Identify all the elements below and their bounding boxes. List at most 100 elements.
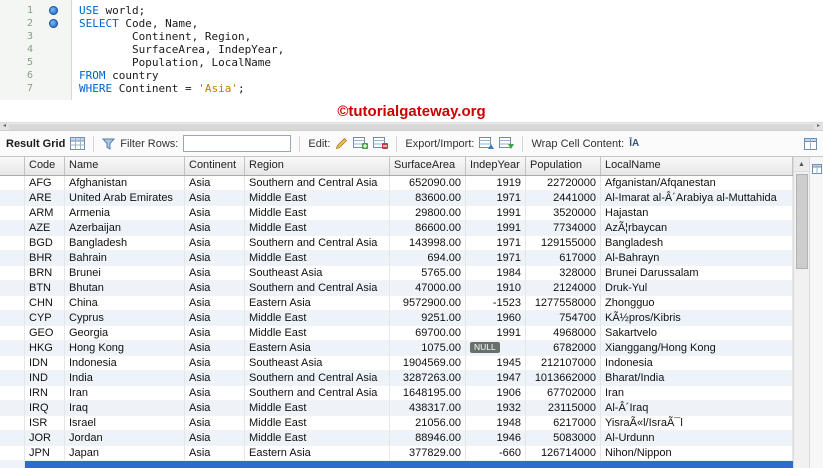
grid-cell[interactable]: Armenia <box>65 206 185 221</box>
grid-cell[interactable]: 1971 <box>466 251 526 266</box>
vertical-scrollbar[interactable]: ▲ <box>793 157 810 468</box>
grid-cell[interactable]: 754700 <box>526 311 601 326</box>
grid-cell[interactable]: Middle East <box>245 431 390 446</box>
table-row-partial-selected[interactable] <box>0 461 793 468</box>
sql-editor[interactable]: 1 USE world; 2 SELECT Code, Name, 3 Continen… <box>0 0 823 100</box>
grid-column-header[interactable]: Population <box>526 157 601 175</box>
grid-cell[interactable]: Asia <box>185 326 245 341</box>
scroll-up-icon[interactable]: ▲ <box>793 157 810 172</box>
table-row[interactable]: CHN China Asia Eastern Asia 9572900.00 -1523 1… <box>0 296 793 311</box>
table-row[interactable]: IDN Indonesia Asia Southeast Asia 1904569.00… <box>0 356 793 371</box>
grid-cell[interactable]: 6217000 <box>526 416 601 431</box>
grid-cell[interactable]: Southeast Asia <box>245 266 390 281</box>
grid-cell[interactable]: Sakartvelo <box>601 326 793 341</box>
grid-cell[interactable]: Iran <box>601 386 793 401</box>
grid-cell[interactable]: 1910 <box>466 281 526 296</box>
grid-cell[interactable]: Asia <box>185 371 245 386</box>
grid-cell[interactable]: Asia <box>185 356 245 371</box>
table-row[interactable]: ARE United Arab Emirates Asia Middle East 83… <box>0 191 793 206</box>
editor-line[interactable]: 6 FROM country <box>0 69 823 82</box>
grid-cell[interactable]: Azerbaijan <box>65 221 185 236</box>
grid-cell[interactable]: China <box>65 296 185 311</box>
grid-cell[interactable]: 83600.00 <box>390 191 466 206</box>
grid-cell[interactable]: Brunei Darussalam <box>601 266 793 281</box>
table-row[interactable]: HKG Hong Kong Asia Eastern Asia 1075.00 NULL 6… <box>0 341 793 356</box>
toolbar-options-icon[interactable] <box>804 135 817 153</box>
grid-cell[interactable]: 1919 <box>466 176 526 191</box>
grid-cell[interactable]: Asia <box>185 236 245 251</box>
grid-cell[interactable]: India <box>65 371 185 386</box>
grid-column-header[interactable]: SurfaceArea <box>390 157 466 175</box>
grid-cell[interactable]: 652090.00 <box>390 176 466 191</box>
grid-cell[interactable]: Nihon/Nippon <box>601 446 793 461</box>
grid-cell[interactable]: 1946 <box>466 431 526 446</box>
grid-cell[interactable]: Asia <box>185 416 245 431</box>
grid-cell[interactable]: Middle East <box>245 251 390 266</box>
grid-cell[interactable]: 5765.00 <box>390 266 466 281</box>
grid-cell[interactable]: 9572900.00 <box>390 296 466 311</box>
grid-cell[interactable]: JOR <box>25 431 65 446</box>
grid-cell[interactable]: 328000 <box>526 266 601 281</box>
grid-cell[interactable]: IDN <box>25 356 65 371</box>
grid-column-header[interactable]: IndepYear <box>466 157 526 175</box>
table-row[interactable]: CYP Cyprus Asia Middle East 9251.00 1960 75470… <box>0 311 793 326</box>
grid-cell[interactable]: Southern and Central Asia <box>245 236 390 251</box>
table-row[interactable]: ISR Israel Asia Middle East 21056.00 1948 6217… <box>0 416 793 431</box>
grid-cell[interactable]: ARM <box>25 206 65 221</box>
grid-cell[interactable]: CYP <box>25 311 65 326</box>
grid-cell[interactable]: Middle East <box>245 416 390 431</box>
table-row[interactable]: BRN Brunei Asia Southeast Asia 5765.00 1984 32… <box>0 266 793 281</box>
grid-cell[interactable]: 1075.00 <box>390 341 466 356</box>
table-row[interactable]: ARM Armenia Asia Middle East 29800.00 1991 352… <box>0 206 793 221</box>
grid-cell[interactable]: Cyprus <box>65 311 185 326</box>
grid-cell[interactable]: 1945 <box>466 356 526 371</box>
grid-cell[interactable]: Xianggang/Hong Kong <box>601 341 793 356</box>
grid-cell[interactable]: Jordan <box>65 431 185 446</box>
grid-column-header[interactable]: Region <box>245 157 390 175</box>
filter-rows-input[interactable] <box>183 135 292 152</box>
grid-cell[interactable]: 212107000 <box>526 356 601 371</box>
edit-pencil-icon[interactable] <box>335 135 348 153</box>
grid-cell[interactable]: -660 <box>466 446 526 461</box>
grid-cell[interactable]: 126714000 <box>526 446 601 461</box>
table-row[interactable]: IND India Asia Southern and Central Asia 328… <box>0 371 793 386</box>
grid-cell[interactable]: 23115000 <box>526 401 601 416</box>
grid-cell[interactable]: Eastern Asia <box>245 296 390 311</box>
table-row[interactable]: IRQ Iraq Asia Middle East 438317.00 1932 23115… <box>0 401 793 416</box>
code-text[interactable]: Population, LocalName <box>72 56 271 69</box>
grid-cell[interactable]: Asia <box>185 386 245 401</box>
code-text[interactable]: Continent, Region, <box>72 30 251 43</box>
grid-cell[interactable]: 1971 <box>466 236 526 251</box>
grid-cell[interactable]: Al-Urdunn <box>601 431 793 446</box>
grid-cell[interactable]: 1991 <box>466 206 526 221</box>
grid-cell[interactable]: Asia <box>185 221 245 236</box>
grid-cell[interactable]: BHR <box>25 251 65 266</box>
grid-cell[interactable]: 1948 <box>466 416 526 431</box>
grid-cell[interactable]: Bangladesh <box>65 236 185 251</box>
import-icon[interactable] <box>499 135 515 153</box>
delete-row-icon[interactable] <box>373 135 389 153</box>
grid-cell[interactable]: IRQ <box>25 401 65 416</box>
grid-cell[interactable]: Druk-Yul <box>601 281 793 296</box>
table-row[interactable]: AZE Azerbaijan Asia Middle East 86600.00 1991… <box>0 221 793 236</box>
table-row[interactable]: AFG Afghanistan Asia Southern and Central A… <box>0 176 793 191</box>
grid-column-header[interactable]: Code <box>25 157 65 175</box>
grid-cell[interactable]: 1648195.00 <box>390 386 466 401</box>
grid-cell[interactable]: Asia <box>185 446 245 461</box>
grid-cell[interactable]: Middle East <box>245 311 390 326</box>
grid-cell[interactable]: 143998.00 <box>390 236 466 251</box>
scroll-left-icon[interactable]: ◂ <box>0 123 9 130</box>
grid-cell[interactable]: 9251.00 <box>390 311 466 326</box>
grid-cell[interactable]: BRN <box>25 266 65 281</box>
grid-cell[interactable]: Asia <box>185 251 245 266</box>
grid-cell[interactable]: Eastern Asia <box>245 446 390 461</box>
table-row[interactable]: JPN Japan Asia Eastern Asia 377829.00 -660 126… <box>0 446 793 461</box>
grid-cell[interactable]: Southern and Central Asia <box>245 176 390 191</box>
grid-cell[interactable]: Southeast Asia <box>245 356 390 371</box>
grid-cell[interactable]: -1523 <box>466 296 526 311</box>
grid-cell[interactable]: Afganistan/Afqanestan <box>601 176 793 191</box>
grid-cell[interactable]: Hong Kong <box>65 341 185 356</box>
grid-cell[interactable]: 694.00 <box>390 251 466 266</box>
code-text[interactable]: USE world; <box>72 4 145 17</box>
grid-cell[interactable]: Asia <box>185 431 245 446</box>
